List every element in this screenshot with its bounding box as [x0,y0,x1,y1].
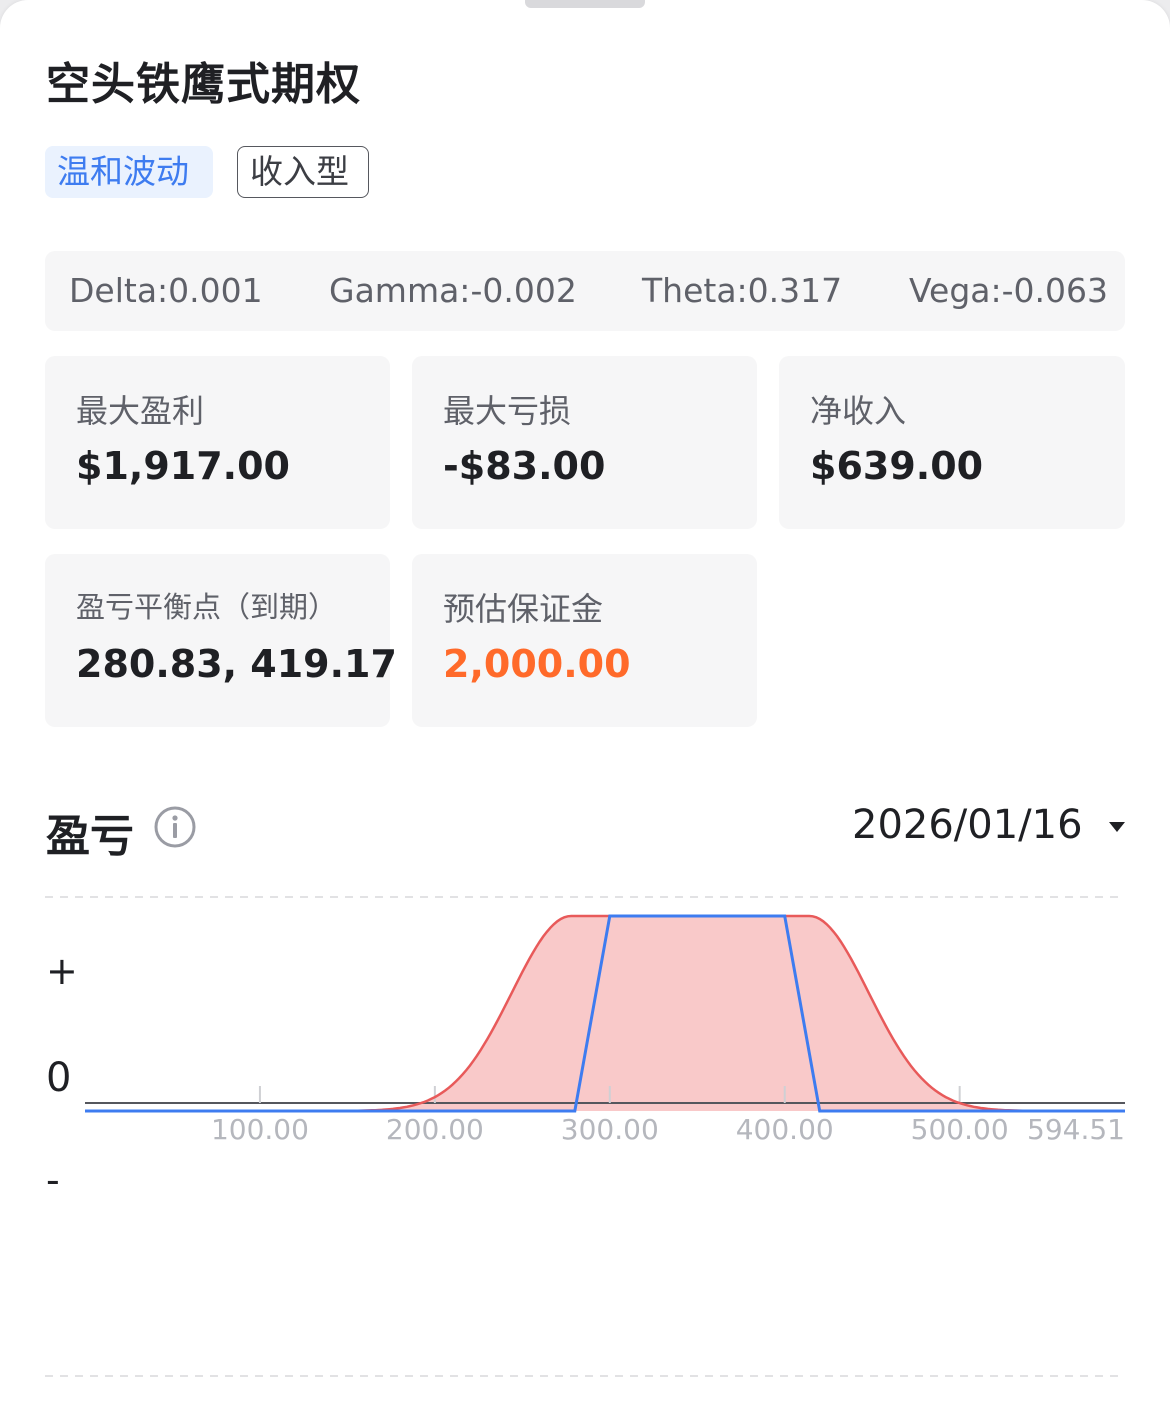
margin-label: 预估保证金 [443,590,604,628]
breakeven-label: 盈亏平衡点（到期） [76,590,338,624]
margin-value: 2,000.00 [443,642,631,686]
tag-type: 收入型 [237,146,369,198]
x-tick-label: 300.00 [561,1113,659,1146]
y-label-minus: - [46,1158,60,1202]
pl-section-title: 盈亏 [46,811,134,862]
max-profit-label: 最大盈利 [76,392,205,430]
net-income-label: 净收入 [810,392,907,430]
max-loss-value: -$83.00 [443,444,606,488]
y-label-plus: + [46,949,78,993]
greek-delta: Delta:0.001 [69,271,263,310]
y-label-zero: 0 [46,1055,71,1101]
max-profit-value: $1,917.00 [76,444,290,488]
net-income-card: 净收入 $639.00 [779,356,1125,529]
x-tick-label: 594.51 [1027,1113,1125,1146]
caret-down-icon[interactable] [1107,820,1127,834]
x-tick-label: 500.00 [911,1113,1009,1146]
breakeven-value: 280.83, 419.17 [76,642,397,686]
drag-handle[interactable] [525,0,645,8]
max-profit-card: 最大盈利 $1,917.00 [45,356,390,529]
pl-chart: + 0 - 100.00 200.00 300.00 400.00 500.00 594.… [45,896,1125,1377]
max-loss-label: 最大亏损 [443,392,572,430]
greeks-bar: Delta:0.001 Gamma:-0.002 Theta:0.317 Veg… [45,251,1125,331]
x-tick-label: 100.00 [211,1113,309,1146]
strategy-title: 空头铁鹰式期权 [46,59,361,110]
greek-vega: Vega:-0.063 [909,271,1108,310]
tag-volatility: 温和波动 [45,146,213,198]
x-tick-label: 200.00 [386,1113,484,1146]
net-income-value: $639.00 [810,444,984,488]
info-icon[interactable] [153,805,197,849]
max-loss-card: 最大亏损 -$83.00 [412,356,757,529]
x-tick-label: 400.00 [736,1113,834,1146]
strategy-sheet: 空头铁鹰式期权 温和波动 收入型 Delta:0.001 Gamma:-0.00… [0,0,1170,1425]
greek-gamma: Gamma:-0.002 [329,271,577,310]
expiry-date-select[interactable]: 2026/01/16 [852,802,1083,848]
breakeven-card: 盈亏平衡点（到期） 280.83, 419.17 [45,554,397,727]
margin-card: 预估保证金 2,000.00 [412,554,757,727]
greek-theta: Theta:0.317 [642,271,843,310]
